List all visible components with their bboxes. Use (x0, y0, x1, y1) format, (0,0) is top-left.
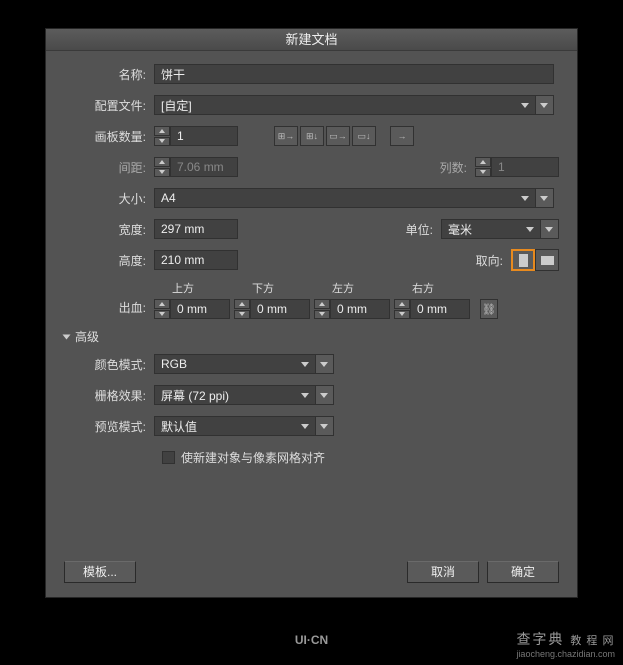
bleed-bottom-input[interactable] (250, 299, 310, 319)
watermark-tag: 教 程 网 (570, 635, 614, 647)
raster-dropdown-btn[interactable] (316, 385, 334, 405)
units-value: 毫米 (448, 221, 472, 238)
columns-stepper (475, 157, 491, 177)
height-input[interactable] (154, 250, 238, 270)
colormode-dropdown[interactable]: RGB (154, 354, 316, 374)
advanced-label: 高级 (75, 328, 99, 345)
new-document-dialog: 新建文档 名称: 配置文件: [自定] 画板数量: ⊞→ ⊞↓ ▭→ ▭↓ → (45, 28, 578, 598)
units-dropdown[interactable]: 毫米 (441, 219, 541, 239)
colormode-value: RGB (161, 357, 187, 371)
grid-by-row-icon[interactable]: ⊞→ (274, 126, 298, 146)
bleed-top-input[interactable] (170, 299, 230, 319)
width-input[interactable] (154, 219, 238, 239)
height-label: 高度: (64, 252, 154, 269)
arrange-right-icon[interactable]: ▭→ (326, 126, 350, 146)
bleed-label: 出血: (64, 299, 154, 319)
artboards-input[interactable] (170, 126, 238, 146)
orient-label: 取向: (461, 252, 511, 269)
bleed-top-label: 上方 (154, 280, 230, 296)
colormode-label: 颜色模式: (64, 356, 154, 373)
bleed-right-input[interactable] (410, 299, 470, 319)
profile-dropdown[interactable]: [自定] (154, 95, 536, 115)
size-dropdown-btn[interactable] (536, 188, 554, 208)
bleed-left-stepper[interactable] (314, 299, 330, 319)
align-pixel-grid-checkbox[interactable] (162, 451, 175, 464)
preview-label: 预览模式: (64, 418, 154, 435)
bleed-left-label: 左方 (314, 280, 390, 296)
bleed-right-stepper[interactable] (394, 299, 410, 319)
units-dropdown-btn[interactable] (541, 219, 559, 239)
bleed-right-label: 右方 (394, 280, 470, 296)
preview-dropdown-btn[interactable] (316, 416, 334, 436)
watermark-url: jiaocheng.chazidian.com (516, 649, 615, 659)
watermark: 查字典 教 程 网 jiaocheng.chazidian.com (516, 629, 615, 659)
columns-label: 列数: (425, 159, 475, 176)
name-label: 名称: (64, 66, 154, 83)
arrange-down-icon[interactable]: ▭↓ (352, 126, 376, 146)
grid-by-col-icon[interactable]: ⊞↓ (300, 126, 324, 146)
bleed-bottom-label: 下方 (234, 280, 310, 296)
bleed-top-stepper[interactable] (154, 299, 170, 319)
size-dropdown[interactable]: A4 (154, 188, 536, 208)
colormode-dropdown-btn[interactable] (316, 354, 334, 374)
profile-value: [自定] (161, 97, 192, 114)
dialog-content: 名称: 配置文件: [自定] 画板数量: ⊞→ ⊞↓ ▭→ ▭↓ → 间距: (46, 51, 577, 489)
units-label: 单位: (391, 221, 441, 238)
spacing-label: 间距: (64, 159, 154, 176)
profile-label: 配置文件: (64, 97, 154, 114)
dialog-title: 新建文档 (46, 29, 577, 51)
rtl-icon[interactable]: → (390, 126, 414, 146)
dialog-footer: 模板... 取消 确定 (64, 561, 559, 583)
orient-portrait-btn[interactable] (511, 249, 535, 271)
size-label: 大小: (64, 190, 154, 207)
size-value: A4 (161, 191, 176, 205)
name-input[interactable] (154, 64, 554, 84)
width-label: 宽度: (64, 221, 154, 238)
cancel-button[interactable]: 取消 (407, 561, 479, 583)
template-button[interactable]: 模板... (64, 561, 136, 583)
raster-value: 屏幕 (72 ppi) (161, 387, 229, 404)
artboards-label: 画板数量: (64, 128, 154, 145)
ok-button[interactable]: 确定 (487, 561, 559, 583)
artboards-stepper[interactable] (154, 126, 170, 146)
orient-landscape-btn[interactable] (535, 249, 559, 271)
logo-text: UI·CN (295, 633, 328, 647)
spacing-input (170, 157, 238, 177)
align-pixel-grid-label: 使新建对象与像素网格对齐 (181, 449, 325, 466)
bleed-bottom-stepper[interactable] (234, 299, 250, 319)
preview-dropdown[interactable]: 默认值 (154, 416, 316, 436)
preview-value: 默认值 (161, 418, 197, 435)
watermark-brand: 查字典 (516, 631, 564, 647)
spacing-stepper (154, 157, 170, 177)
advanced-disclosure[interactable]: 高级 (64, 328, 559, 345)
raster-dropdown[interactable]: 屏幕 (72 ppi) (154, 385, 316, 405)
bleed-left-input[interactable] (330, 299, 390, 319)
raster-label: 栅格效果: (64, 387, 154, 404)
profile-dropdown-btn[interactable] (536, 95, 554, 115)
link-bleed-icon[interactable]: ⛓ (480, 299, 498, 319)
columns-input (491, 157, 559, 177)
